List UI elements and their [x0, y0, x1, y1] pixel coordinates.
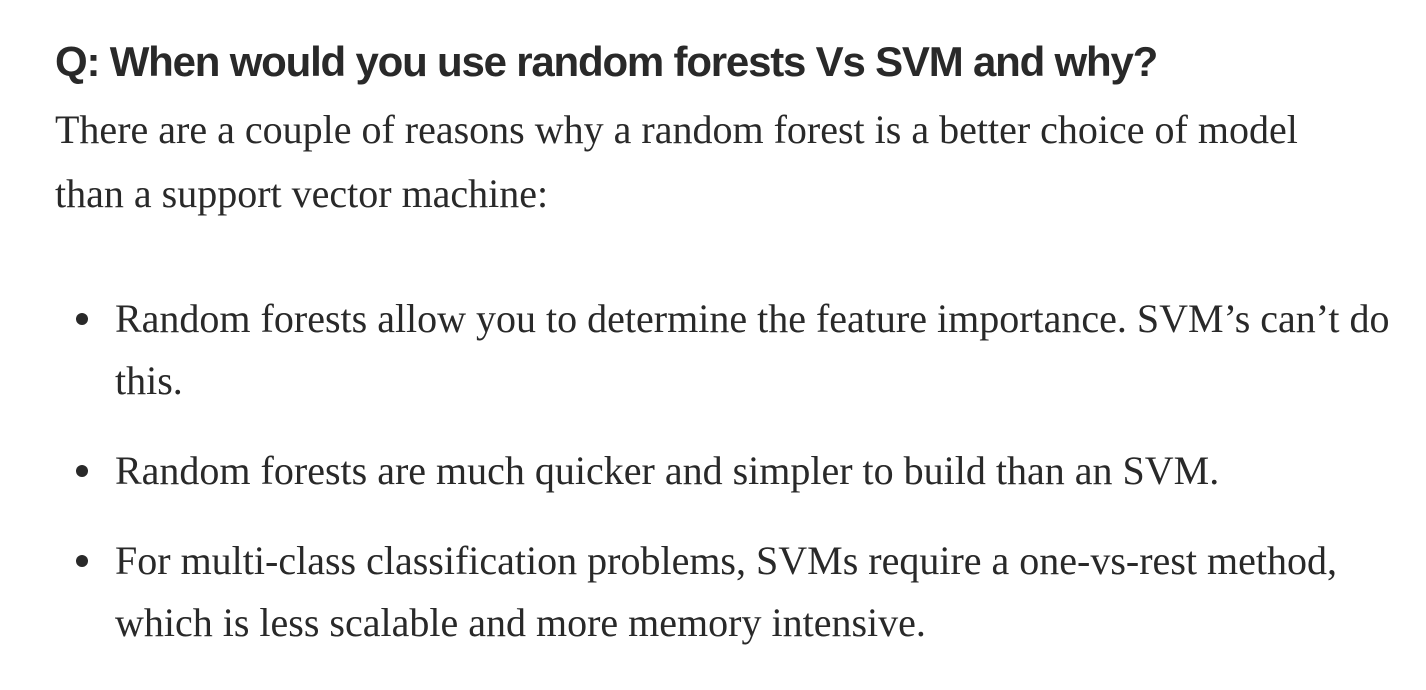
list-item: Random forests are much quicker and simp… — [55, 440, 1395, 502]
article: Q: When would you use random forests Vs … — [55, 0, 1395, 682]
question-heading: Q: When would you use random forests Vs … — [55, 38, 1158, 85]
list-item: For multi-class classification problems,… — [55, 530, 1395, 654]
bullet-dot-icon — [76, 555, 88, 567]
list-item-text: Random forests are much quicker and simp… — [115, 448, 1220, 493]
list-item-text: For multi-class classification problems,… — [115, 538, 1337, 645]
bullet-dot-icon — [76, 313, 88, 325]
reasons-list: Random forests allow you to determine th… — [55, 288, 1395, 654]
bullet-dot-icon — [76, 465, 88, 477]
list-item-text: Random forests allow you to determine th… — [115, 296, 1390, 403]
list-item: Random forests allow you to determine th… — [55, 288, 1395, 412]
intro-paragraph: There are a couple of reasons why a rand… — [55, 107, 1298, 216]
